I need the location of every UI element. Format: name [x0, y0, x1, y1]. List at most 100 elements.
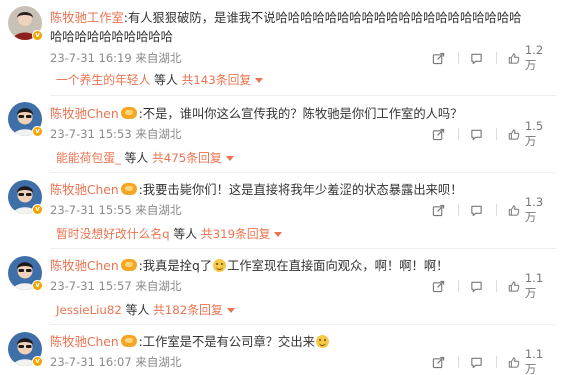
comment-actions: 1.5万: [402, 119, 552, 148]
share-icon: [432, 280, 445, 293]
divider: [50, 172, 556, 173]
comment-button[interactable]: [458, 354, 483, 370]
comment-meta: 23-7-31 15:55 来自湖北: [50, 202, 181, 218]
reply-summary: 暂时没想好改什么名q 等人 共319条回复: [56, 226, 283, 242]
fan-badge-icon: [120, 259, 137, 271]
comment-location: 来自湖北: [135, 279, 182, 293]
reply-summary: JessieLiu82 等人 共182条回复: [56, 302, 235, 318]
comment-username[interactable]: 陈牧驰Chen: [50, 107, 119, 121]
like-count: 1.1万: [524, 347, 544, 375]
comment-meta: 23-7-31 15:53 来自湖北: [50, 126, 181, 142]
like-button[interactable]: 1.3万: [496, 195, 552, 224]
comment-location: 来自湖北: [135, 355, 182, 369]
divider: [50, 95, 556, 96]
like-count: 1.5万: [524, 119, 544, 148]
comment-meta: 23-7-31 16:19 来自湖北: [50, 50, 181, 66]
comment-icon: [470, 204, 483, 217]
share-button[interactable]: [432, 50, 445, 66]
comment-icon: [470, 128, 483, 141]
comment-text-tail: 工作室现在直接面向观众，啊！啊！啊！: [227, 259, 449, 273]
view-replies-link[interactable]: 共475条回复: [152, 151, 222, 165]
comment-location: 来自湖北: [135, 127, 182, 141]
share-button[interactable]: [432, 354, 445, 370]
comment-text-continued: 哈哈哈哈哈哈哈哈哈哈: [50, 30, 173, 44]
verified-badge-icon: v: [32, 280, 43, 291]
chevron-down-icon[interactable]: [226, 308, 235, 313]
view-replies-link[interactable]: 共143条回复: [181, 73, 251, 87]
comment-time: 23-7-31 15:55: [50, 203, 132, 217]
reply-username[interactable]: JessieLiu82: [56, 303, 122, 317]
view-replies-link[interactable]: 共319条回复: [201, 227, 271, 241]
like-count: 1.2万: [524, 43, 544, 72]
reply-summary: 一个养生的年轻人 等人 共143条回复: [56, 72, 264, 88]
share-icon: [432, 356, 445, 369]
reply-username[interactable]: 能能荷包蛋_: [56, 151, 121, 165]
comment-meta: 23-7-31 15:57 来自湖北: [50, 278, 181, 294]
comment-button[interactable]: [458, 202, 483, 218]
chevron-down-icon[interactable]: [274, 232, 283, 237]
comment-content: 陈牧驰Chen :我真是拴q了 工作室现在直接面向观众，啊！啊！啊！: [50, 256, 556, 276]
comment-time: 23-7-31 16:19: [50, 51, 132, 65]
thumbs-up-icon: [508, 128, 520, 141]
comment-time: 23-7-31 15:57: [50, 279, 132, 293]
comment-content: 陈牧驰Chen :工作室是不是有公司章？交出来: [50, 332, 556, 352]
comment-button[interactable]: [458, 126, 483, 142]
comment-username[interactable]: 陈牧驰Chen: [50, 183, 119, 197]
like-button[interactable]: 1.1万: [496, 347, 552, 375]
comment-content: 陈牧驰Chen :不是，谁叫你这么宣传我的？陈牧驰是你们工作室的人吗？: [50, 104, 556, 124]
comment-actions: 1.3万: [402, 195, 552, 224]
comment-button[interactable]: [458, 278, 483, 294]
fan-badge-icon: [120, 183, 137, 195]
fan-badge-icon: [120, 335, 137, 347]
share-button[interactable]: [432, 278, 445, 294]
comment-meta: 23-7-31 16:07 来自湖北: [50, 354, 181, 370]
divider: [50, 324, 556, 325]
comment-actions: 1.1万: [402, 347, 552, 375]
comment-actions: 1.1万: [402, 271, 552, 300]
share-button[interactable]: [432, 202, 445, 218]
comment-text: :有人狠狠破防，是谁我不说哈哈哈哈哈哈哈哈哈哈哈哈哈哈哈哈哈哈哈哈: [123, 11, 522, 25]
comment-text: :工作室是不是有公司章？交出来: [138, 335, 315, 349]
comment-username[interactable]: 陈牧驰Chen: [50, 335, 119, 349]
thumbs-up-icon: [508, 204, 520, 217]
comment-location: 来自湖北: [135, 203, 182, 217]
share-button[interactable]: [432, 126, 445, 142]
comment-text: :不是，谁叫你这么宣传我的？陈牧驰是你们工作室的人吗？: [138, 107, 463, 121]
verified-badge-icon: v: [32, 30, 43, 41]
verified-badge-icon: v: [32, 126, 43, 137]
share-icon: [432, 204, 445, 217]
comment-text: :我要击毙你们！这是直接将我年少羞涩的状态暴露出来呗！: [138, 183, 463, 197]
reply-summary: 能能荷包蛋_ 等人 共475条回复: [56, 150, 234, 166]
like-count: 1.3万: [524, 195, 544, 224]
like-button[interactable]: 1.5万: [496, 119, 552, 148]
divider: [50, 248, 556, 249]
like-count: 1.1万: [524, 271, 544, 300]
comment-button[interactable]: [458, 50, 483, 66]
like-button[interactable]: 1.2万: [496, 43, 552, 72]
reply-username[interactable]: 一个养生的年轻人: [56, 73, 150, 87]
chevron-down-icon[interactable]: [225, 156, 234, 161]
verified-badge-icon: v: [32, 204, 43, 215]
share-icon: [432, 52, 445, 65]
thumbs-up-icon: [508, 52, 520, 65]
comment-text: :我真是拴q了: [138, 259, 213, 273]
fan-badge-icon: [120, 107, 137, 119]
like-button[interactable]: 1.1万: [496, 271, 552, 300]
share-icon: [432, 128, 445, 141]
smile-emoji-icon: [213, 259, 227, 272]
comment-icon: [470, 52, 483, 65]
chevron-down-icon[interactable]: [255, 78, 264, 83]
smile-emoji-icon: [315, 335, 329, 348]
comment-icon: [470, 280, 483, 293]
reply-username[interactable]: 暂时没想好改什么名q: [56, 227, 170, 241]
comment-time: 23-7-31 15:53: [50, 127, 132, 141]
view-replies-link[interactable]: 共182条回复: [153, 303, 223, 317]
comment-time: 23-7-31 16:07: [50, 355, 132, 369]
comment-username[interactable]: 陈牧驰工作室: [50, 11, 124, 25]
thumbs-up-icon: [508, 280, 520, 293]
comment-icon: [470, 356, 483, 369]
comment-content: 陈牧驰工作室:有人狠狠破防，是谁我不说哈哈哈哈哈哈哈哈哈哈哈哈哈哈哈哈哈哈哈哈: [50, 8, 556, 28]
comment-location: 来自湖北: [135, 51, 182, 65]
comment-username[interactable]: 陈牧驰Chen: [50, 259, 119, 273]
comment-actions: 1.2万: [402, 43, 552, 72]
